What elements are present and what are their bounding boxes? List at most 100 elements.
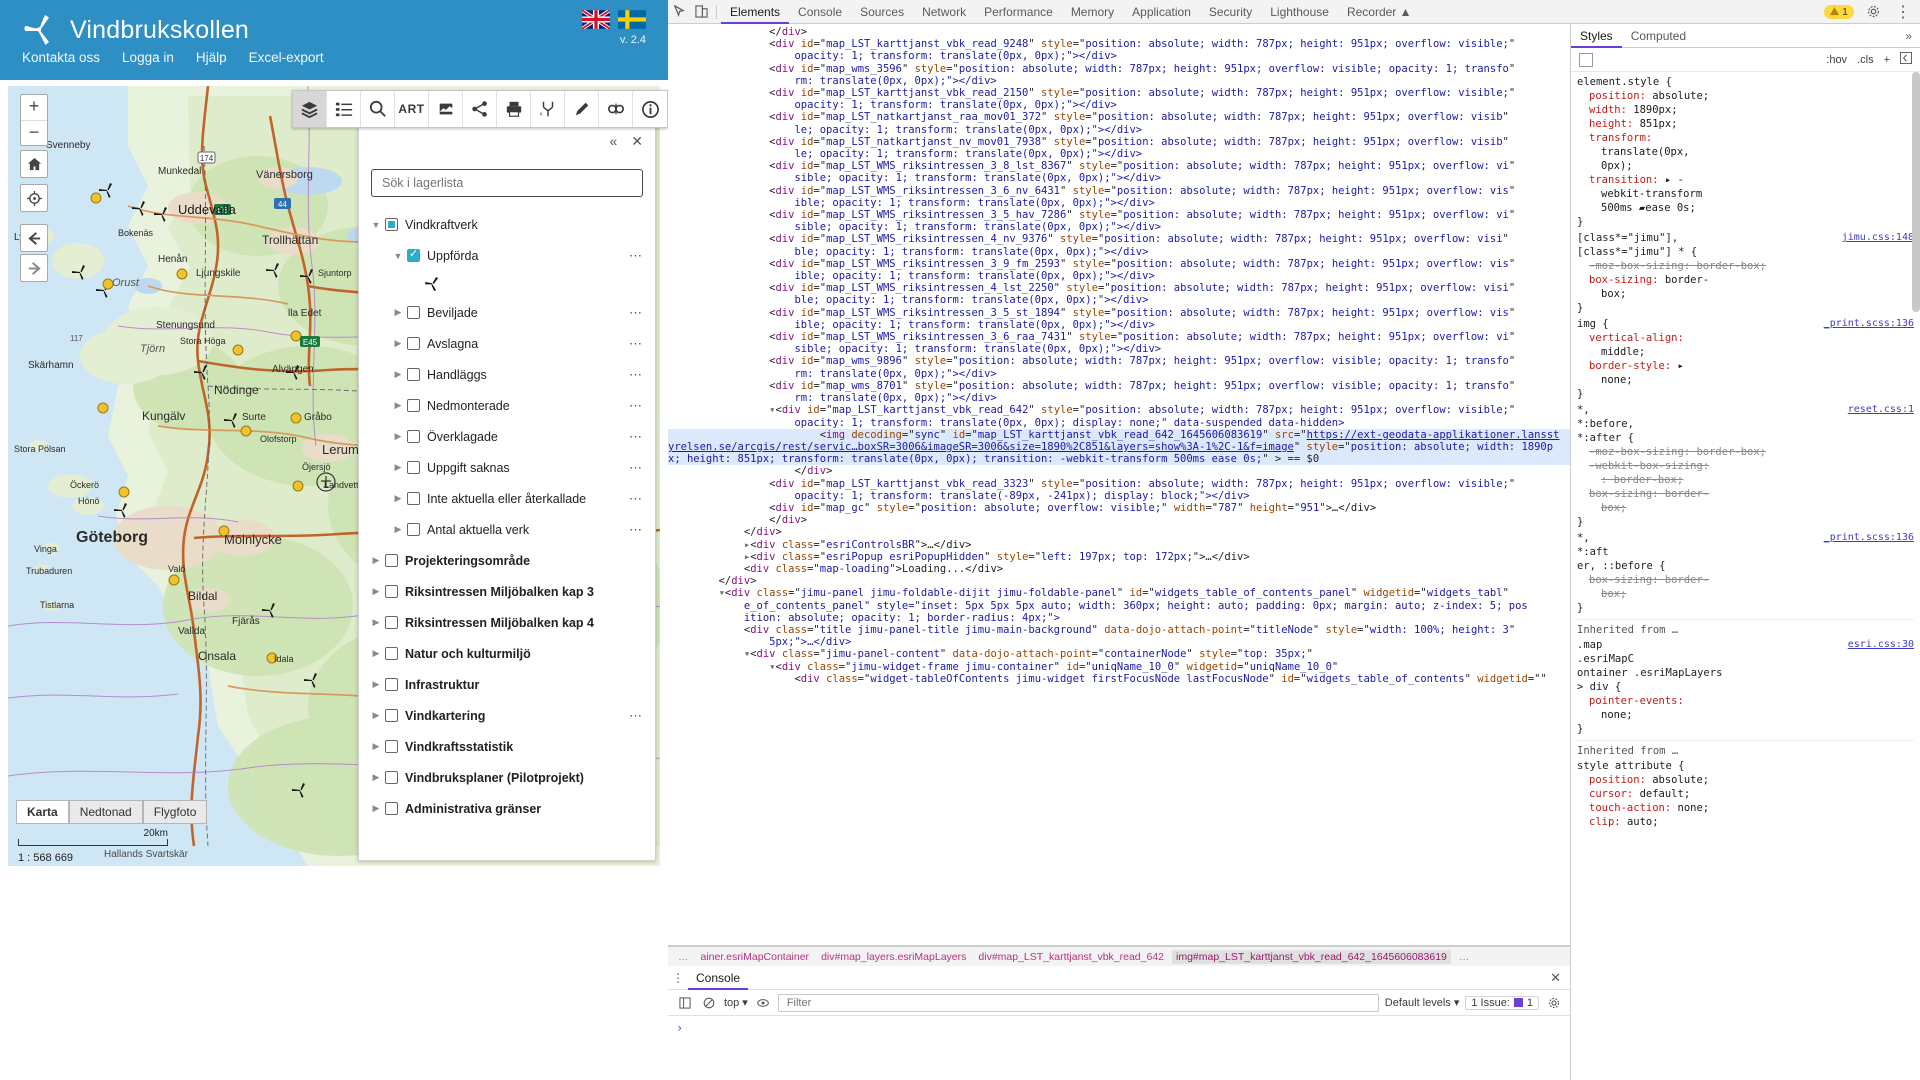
layer-row-vindkraftsstatistik[interactable]: ▶ Vindkraftsstatistik [369,731,649,762]
chevron-right-icon[interactable]: ▶ [369,586,383,597]
toggle-sidebar-icon[interactable] [1900,52,1912,67]
layer-row-vindbruksplaner[interactable]: ▶ Vindbruksplaner (Pilotprojekt) [369,762,649,793]
style-property-value[interactable]: : border-box; [1577,473,1914,487]
breadcrumb-item[interactable]: img#map_LST_karttjanst_vbk_read_642_1645… [1172,949,1451,964]
elements-dom-tree[interactable]: </div> <div id="map_LST_karttjanst_vbk_r… [668,24,1571,1080]
style-property-value[interactable]: box; [1577,501,1914,515]
layer-options-icon[interactable]: ⋯ [629,305,649,321]
style-property[interactable]: box-sizing: border- [1577,573,1914,587]
new-style-rule-button[interactable]: + [1884,54,1890,66]
layer-row-administrativa-granser[interactable]: ▶ Administrativa gränser [369,793,649,824]
dom-line[interactable]: sible; opacity: 1; transform: translate(… [668,343,1570,355]
layer-checkbox[interactable] [385,585,398,598]
dom-line[interactable]: <div id="map_gc" style="position: absolu… [668,502,1570,514]
style-source[interactable]: _print.scss:136 [1824,531,1914,545]
tab-elements[interactable]: Elements [721,0,790,24]
console-filter-box[interactable] [777,993,1379,1012]
chevron-right-icon[interactable]: ▶ [391,524,405,535]
chevron-right-icon[interactable]: ▶ [391,431,405,442]
dom-line[interactable]: ▸<div class="esriControlsBR">…</div> [668,539,1570,551]
dom-line[interactable]: </div> [668,465,1570,477]
layer-row-overklagade[interactable]: ▶ Överklagade ⋯ [369,421,649,452]
dom-line[interactable]: ▾<div class="jimu-panel jimu-foldable-di… [668,587,1570,599]
layer-row-vindkraftverk[interactable]: ▼ Vindkraftverk [369,209,649,240]
uk-flag-icon[interactable] [582,10,610,29]
layer-checkbox[interactable] [385,771,398,784]
dom-scroll-area[interactable]: </div> <div id="map_LST_karttjanst_vbk_r… [668,24,1570,752]
styles-sidebar[interactable]: Styles Computed » :hov .cls + element.st… [1571,24,1920,1080]
tab-network[interactable]: Network [913,0,975,24]
dom-line[interactable]: ition: absolute; opacity: 1; border-radi… [668,612,1570,624]
chevron-down-icon[interactable]: ▼ [391,251,405,261]
chevron-right-icon[interactable]: ▶ [391,307,405,318]
art-icon[interactable]: ART [395,91,429,127]
dom-line[interactable]: le; opacity: 1; transform: translate(0px… [668,148,1570,160]
execution-context-selector[interactable]: top ▾ [724,996,748,1010]
layer-options-icon[interactable]: ⋯ [629,429,649,445]
style-source[interactable]: reset.css:1 [1848,403,1914,417]
breadcrumb-overflow[interactable]: … [1455,950,1474,964]
style-source[interactable]: esri.css:30 [1848,638,1914,652]
dom-line[interactable]: </div> [668,526,1570,538]
chevron-right-icon[interactable]: ▶ [369,741,383,752]
layer-options-icon[interactable]: ⋯ [629,522,649,538]
dom-line[interactable]: opacity: 1; transform: translate(-89px, … [668,490,1570,502]
layer-options-icon[interactable]: ⋯ [629,367,649,383]
style-property[interactable]: position: absolute; [1577,773,1914,787]
dom-line[interactable]: <div id="map_LST_karttjanst_vbk_read_332… [668,478,1570,490]
sweden-flag-icon[interactable] [618,10,646,29]
layer-list[interactable]: ▼ Vindkraftverk ▼ Uppförda ⋯ [359,209,655,849]
kebab-menu-icon[interactable]: ⋮ [668,971,688,985]
cls-button[interactable]: .cls [1857,54,1874,66]
dom-line[interactable]: opacity: 1; transform: translate(0px, 0p… [668,417,1570,429]
share-icon[interactable] [463,91,497,127]
layer-row-inte-aktuella[interactable]: ▶ Inte aktuella eller återkallade ⋯ [369,483,649,514]
measure-icon[interactable]: x [531,91,565,127]
style-property[interactable]: height: 851px; [1577,117,1914,131]
tab-security[interactable]: Security [1200,0,1261,24]
style-property[interactable]: pointer-events: [1577,694,1914,708]
dom-line[interactable]: ▾<div class="jimu-panel-content" data-do… [668,648,1570,660]
layer-options-icon[interactable]: ⋯ [629,491,649,507]
dom-line[interactable]: ▾<div class="jimu-widget-frame jimu-cont… [668,661,1570,673]
style-property-value[interactable]: box; [1577,587,1914,601]
zoom-in-button[interactable]: + [21,95,47,120]
tab-performance[interactable]: Performance [975,0,1062,24]
tab-sources[interactable]: Sources [851,0,913,24]
tab-computed[interactable]: Computed [1622,24,1695,48]
zoom-out-button[interactable]: − [21,120,47,145]
dom-line[interactable]: ible; opacity: 1; transform: translate(0… [668,319,1570,331]
style-rule-0[interactable]: element.style {position: absolute; width:… [1577,75,1914,229]
layer-row-riksintressen-kap3[interactable]: ▶ Riksintressen Miljöbalken kap 3 [369,576,649,607]
style-attribute-rule[interactable]: style attribute {position: absolute; curs… [1577,759,1914,829]
log-levels-selector[interactable]: Default levels ▾ [1385,996,1460,1010]
dom-line[interactable]: rm: translate(0px, 0px);"></div> [668,368,1570,380]
style-property-value[interactable]: box; [1577,287,1914,301]
nav-kontakta-oss[interactable]: Kontakta oss [22,50,100,65]
layer-row-handlaggs[interactable]: ▶ Handläggs ⋯ [369,359,649,390]
tab-application[interactable]: Application [1123,0,1200,24]
dom-line[interactable]: <div id="map_LST_WMS_riksintressen_3_8_l… [668,160,1570,172]
breadcrumb-overflow[interactable]: … [674,950,693,964]
layer-checkbox[interactable] [407,399,420,412]
chevron-right-icon[interactable]: ▶ [391,369,405,380]
layer-options-icon[interactable]: ⋯ [629,398,649,414]
layer-row-projekteringsomrade[interactable]: ▶ Projekteringsområde [369,545,649,576]
chevron-right-icon[interactable]: ▶ [391,462,405,473]
layer-row-antal-aktuella-verk[interactable]: ▶ Antal aktuella verk ⋯ [369,514,649,545]
inspect-element-icon[interactable] [668,1,690,23]
color-swatch[interactable] [1579,52,1593,67]
layer-checkbox[interactable] [407,461,420,474]
layer-checkbox[interactable] [385,802,398,815]
map-toolbar[interactable]: ART x [292,90,668,128]
dom-line[interactable]: </div> [668,575,1570,587]
dom-line[interactable]: <div class="widget-tableOfContents jimu-… [668,673,1570,685]
dom-line[interactable]: ble; opacity: 1; transform: translate(0p… [668,246,1570,258]
tab-console[interactable]: Console [789,0,851,24]
layer-checkbox[interactable] [407,306,420,319]
chevron-right-icon[interactable]: ▶ [369,772,383,783]
layer-checkbox[interactable] [407,523,420,536]
dom-line[interactable]: <div id="map_LST_natkartjanst_raa_mov01_… [668,111,1570,123]
dom-line[interactable]: <div id="map_LST_WMS_riksintressen_4_lst… [668,282,1570,294]
gear-icon[interactable] [1545,994,1563,1012]
